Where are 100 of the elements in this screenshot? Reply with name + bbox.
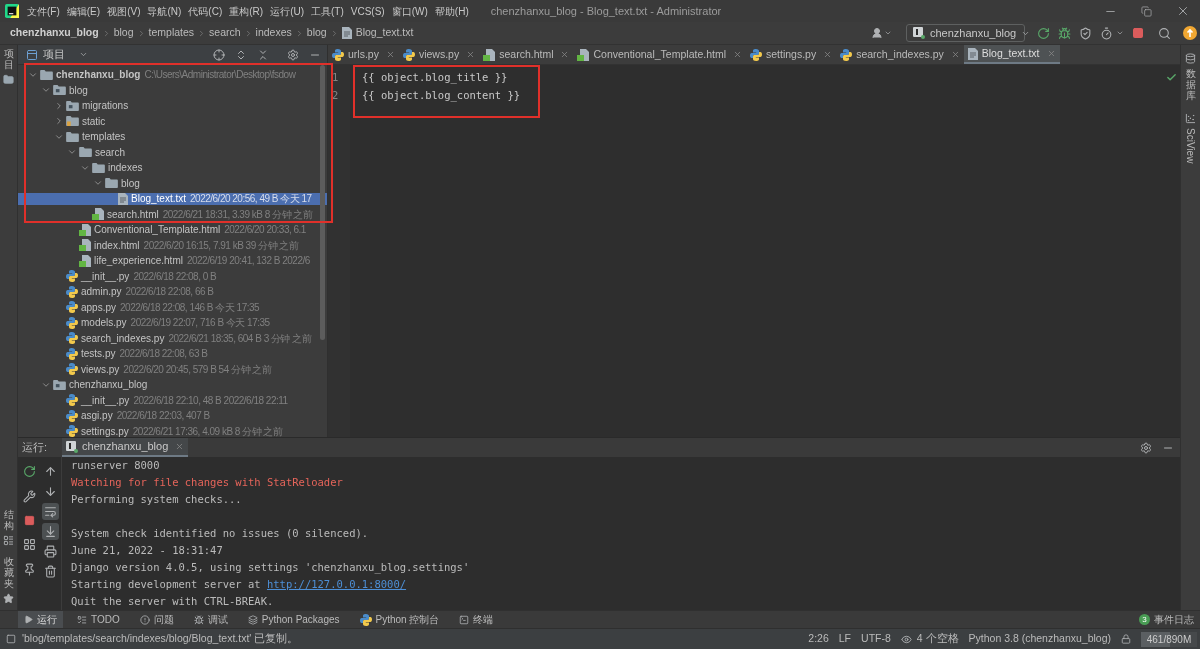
shield-icon[interactable]: [1079, 26, 1092, 40]
editor-tab[interactable]: urls.py: [328, 45, 399, 64]
tool-window-button[interactable]: SciView: [1185, 113, 1196, 164]
scroll-to-end-icon[interactable]: [42, 522, 59, 540]
tree-row[interactable]: tests.py 2022/6/18 22:08, 63 B: [18, 348, 327, 360]
menu-item[interactable]: 文件(F): [27, 3, 60, 19]
breadcrumb-item[interactable]: chenzhanxu_blog: [10, 25, 99, 41]
expand-all-icon[interactable]: [235, 48, 247, 61]
search-icon[interactable]: [1158, 26, 1171, 40]
breadcrumb-item[interactable]: Blog_text.txt: [355, 25, 414, 41]
menu-item[interactable]: VCS(S): [350, 3, 385, 19]
collapse-all-icon[interactable]: [257, 48, 269, 61]
menu-item[interactable]: 帮助(H): [434, 3, 469, 19]
layout-icon[interactable]: [22, 538, 36, 551]
breadcrumb-item[interactable]: blog: [113, 25, 134, 41]
close-icon[interactable]: [733, 50, 742, 59]
tool-window-tab[interactable]: Python Packages: [241, 611, 346, 628]
tool-window-button[interactable]: 收藏夹: [3, 556, 14, 604]
menu-item[interactable]: 代码(C): [188, 3, 223, 19]
tool-window-tab[interactable]: 终端: [453, 611, 500, 628]
tree-row[interactable]: chenzhanxu_blog C:\Users\Administrator\Desktop\fsdow: [18, 69, 327, 81]
tool-window-tab[interactable]: 调试: [187, 611, 234, 628]
tree-row[interactable]: asgi.py 2022/6/18 22:03, 407 B: [18, 410, 327, 422]
pin-icon[interactable]: [22, 563, 36, 576]
tree-row[interactable]: models.py 2022/6/19 22:07, 716 B 今天 17:35: [18, 317, 327, 329]
crosshair-icon[interactable]: [213, 48, 225, 61]
line-separator[interactable]: LF: [838, 631, 852, 647]
tree-row[interactable]: migrations: [18, 100, 327, 112]
arrow-up-icon[interactable]: [44, 464, 57, 478]
panel-title[interactable]: 项目: [43, 46, 65, 63]
close-icon[interactable]: [950, 50, 960, 59]
editor-tab[interactable]: search_indexes.py: [836, 45, 964, 64]
timer-icon[interactable]: [1100, 26, 1113, 40]
menu-item[interactable]: 导航(N): [147, 3, 182, 19]
tool-windows-icon[interactable]: [6, 634, 16, 644]
python-interpreter[interactable]: Python 3.8 (chenzhanxu_blog): [968, 631, 1111, 647]
close-icon[interactable]: [175, 442, 185, 451]
tree-row[interactable]: search: [18, 146, 327, 158]
stop-icon[interactable]: [1132, 27, 1144, 39]
tree-row[interactable]: blog: [18, 177, 327, 189]
tool-window-button[interactable]: 项目: [3, 48, 14, 85]
restore-icon[interactable]: [1141, 5, 1152, 17]
tool-window-tab[interactable]: 问题: [133, 611, 180, 628]
tree-row[interactable]: admin.py 2022/6/18 22:08, 66 B: [18, 286, 327, 298]
wrench-icon[interactable]: [22, 490, 36, 503]
collapse-chevron-icon[interactable]: [54, 116, 64, 127]
close-icon[interactable]: [823, 50, 833, 59]
tool-window-tab[interactable]: TODO: [71, 611, 126, 628]
indent-setting[interactable]: 4 个空格: [916, 631, 959, 647]
tree-row[interactable]: Blog_text.txt 2022/6/20 20:56, 49 B 今天 17: [18, 193, 327, 205]
eye-icon[interactable]: [900, 633, 912, 645]
breadcrumb-item[interactable]: templates: [148, 25, 195, 41]
tree-row[interactable]: templates: [18, 131, 327, 143]
editor-tab[interactable]: Blog_text.txt: [963, 45, 1060, 64]
run-tab[interactable]: chenzhanxu_blog: [62, 438, 189, 457]
settings-icon[interactable]: [287, 48, 299, 61]
tool-window-button[interactable]: 数据库: [1185, 53, 1196, 101]
bug-icon[interactable]: [1058, 26, 1071, 40]
caret-icon[interactable]: [79, 50, 88, 59]
print-icon[interactable]: [44, 544, 57, 558]
collapse-chevron-icon[interactable]: [54, 100, 64, 111]
editor-tab[interactable]: search.html: [479, 45, 574, 64]
tool-window-button[interactable]: 结构: [3, 509, 14, 546]
tree-row[interactable]: apps.py 2022/6/18 22:08, 146 B 今天 17:35: [18, 301, 327, 313]
soft-wrap-icon[interactable]: [42, 502, 59, 520]
tree-row[interactable]: life_experience.html 2022/6/19 20:41, 132 B 2022/6: [18, 255, 327, 267]
settings-icon[interactable]: [1140, 441, 1152, 454]
caret-position[interactable]: 2:26: [808, 631, 829, 647]
close-icon[interactable]: [1046, 49, 1056, 58]
memory-indicator[interactable]: 461/890M: [1141, 631, 1197, 647]
menu-item[interactable]: 运行(U): [270, 3, 305, 19]
breadcrumb-item[interactable]: search: [209, 25, 241, 41]
rerun-icon[interactable]: [1037, 26, 1050, 40]
caret-icon[interactable]: [884, 29, 892, 37]
tree-row[interactable]: indexes: [18, 162, 327, 174]
tree-row[interactable]: static: [18, 115, 327, 127]
editor-tab[interactable]: Conventional_Template.html: [573, 45, 746, 64]
tree-row[interactable]: blog: [18, 84, 327, 96]
event-log-button[interactable]: 3 事件日志: [1139, 611, 1194, 628]
tool-window-tab[interactable]: Python 控制台: [353, 611, 446, 628]
scrollbar-thumb[interactable]: [320, 65, 325, 340]
tree-row[interactable]: chenzhanxu_blog: [18, 379, 327, 391]
menu-item[interactable]: 工具(T): [311, 3, 344, 19]
arrow-down-icon[interactable]: [44, 484, 57, 498]
rerun-icon[interactable]: [22, 465, 36, 478]
server-link[interactable]: http://127.0.0.1:8000/: [266, 578, 407, 590]
caret-icon[interactable]: [1116, 29, 1124, 37]
close-icon[interactable]: [466, 50, 476, 59]
tree-row[interactable]: __init__.py 2022/6/18 22:10, 48 B 2022/6/18 22:11: [18, 394, 327, 406]
editor-tab[interactable]: settings.py: [746, 45, 837, 64]
user-icon[interactable]: [871, 27, 883, 39]
menu-item[interactable]: 视图(V): [107, 3, 141, 19]
menu-item[interactable]: 窗口(W): [391, 3, 428, 19]
update-icon[interactable]: [1183, 26, 1197, 40]
breadcrumb-item[interactable]: blog: [306, 25, 327, 41]
tree-row[interactable]: __init__.py 2022/6/18 22:08, 0 B: [18, 270, 327, 282]
stop-icon[interactable]: [23, 515, 35, 526]
menu-item[interactable]: 重构(R): [229, 3, 264, 19]
menu-item[interactable]: 编辑(E): [66, 3, 101, 19]
tool-window-tab[interactable]: 运行: [18, 611, 63, 628]
